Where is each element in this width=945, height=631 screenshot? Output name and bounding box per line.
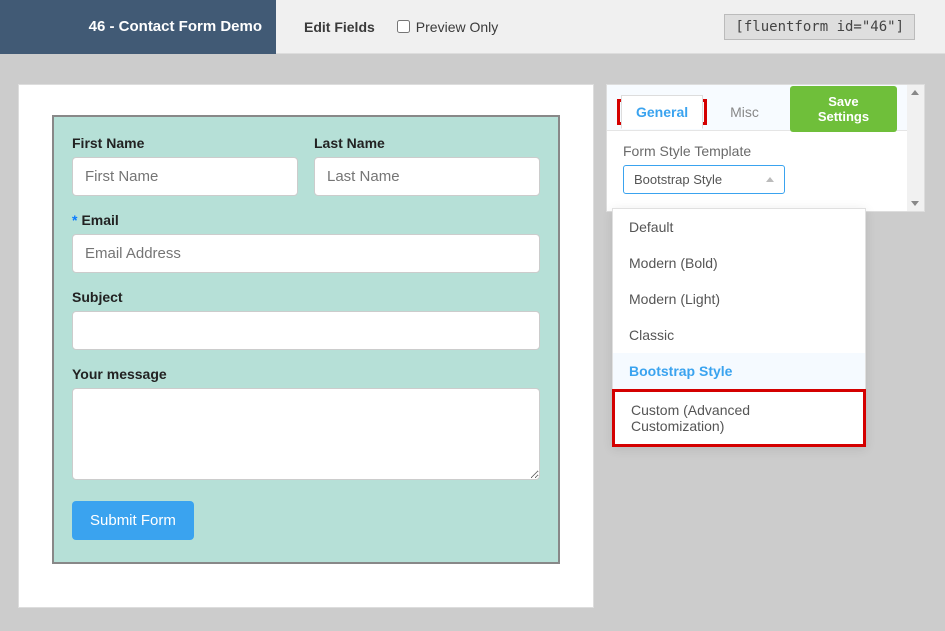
highlight-custom-option: Custom (Advanced Customization) [612, 389, 866, 447]
dropdown-option-default[interactable]: Default [613, 209, 865, 245]
highlight-general-tab: General [617, 99, 707, 125]
form-style-template-select[interactable]: Bootstrap Style [623, 165, 785, 194]
form-style-template-label: Form Style Template [623, 143, 891, 159]
dropdown-option-classic[interactable]: Classic [613, 317, 865, 353]
top-bar-actions: Edit Fields Preview Only [276, 19, 724, 35]
page-title: 46 - Contact Form Demo [0, 0, 276, 54]
field-message: Your message [72, 366, 540, 485]
tab-general[interactable]: General [621, 95, 703, 129]
form-preview: First Name Last Name *Email Subject Your… [52, 115, 560, 564]
dropdown-option-modern-light[interactable]: Modern (Light) [613, 281, 865, 317]
message-label: Your message [72, 366, 540, 382]
dropdown-option-modern-bold[interactable]: Modern (Bold) [613, 245, 865, 281]
settings-scrollbar[interactable] [907, 85, 924, 211]
last-name-input[interactable] [314, 157, 540, 196]
first-name-label: First Name [72, 135, 298, 151]
preview-only-label: Preview Only [416, 19, 498, 35]
email-label: *Email [72, 212, 540, 228]
preview-only-toggle[interactable]: Preview Only [397, 19, 498, 35]
email-input[interactable] [72, 234, 540, 273]
form-preview-panel[interactable]: First Name Last Name *Email Subject Your… [18, 84, 594, 608]
last-name-label: Last Name [314, 135, 540, 151]
dropdown-option-custom[interactable]: Custom (Advanced Customization) [615, 392, 863, 444]
subject-label: Subject [72, 289, 540, 305]
field-last-name: Last Name [314, 135, 540, 196]
settings-body: Form Style Template Bootstrap Style [607, 131, 907, 208]
edit-fields-link[interactable]: Edit Fields [304, 19, 375, 35]
field-first-name: First Name [72, 135, 298, 196]
first-name-input[interactable] [72, 157, 298, 196]
preview-only-checkbox[interactable] [397, 20, 410, 33]
message-textarea[interactable] [72, 388, 540, 480]
select-value: Bootstrap Style [634, 172, 722, 187]
subject-input[interactable] [72, 311, 540, 350]
field-email: *Email [72, 212, 540, 273]
dropdown-option-bootstrap[interactable]: Bootstrap Style [613, 353, 865, 389]
settings-tabs: General Misc Save Settings [607, 85, 907, 131]
field-subject: Subject [72, 289, 540, 350]
top-bar: 46 - Contact Form Demo Edit Fields Previ… [0, 0, 945, 54]
submit-button[interactable]: Submit Form [72, 501, 194, 540]
tab-misc[interactable]: Misc [715, 95, 774, 129]
settings-panel: General Misc Save Settings Form Style Te… [606, 84, 925, 212]
save-settings-button[interactable]: Save Settings [790, 86, 897, 132]
chevron-up-icon [766, 177, 774, 182]
template-dropdown: Default Modern (Bold) Modern (Light) Cla… [612, 208, 866, 447]
shortcode-display[interactable]: [fluentform id="46"] [724, 14, 915, 40]
